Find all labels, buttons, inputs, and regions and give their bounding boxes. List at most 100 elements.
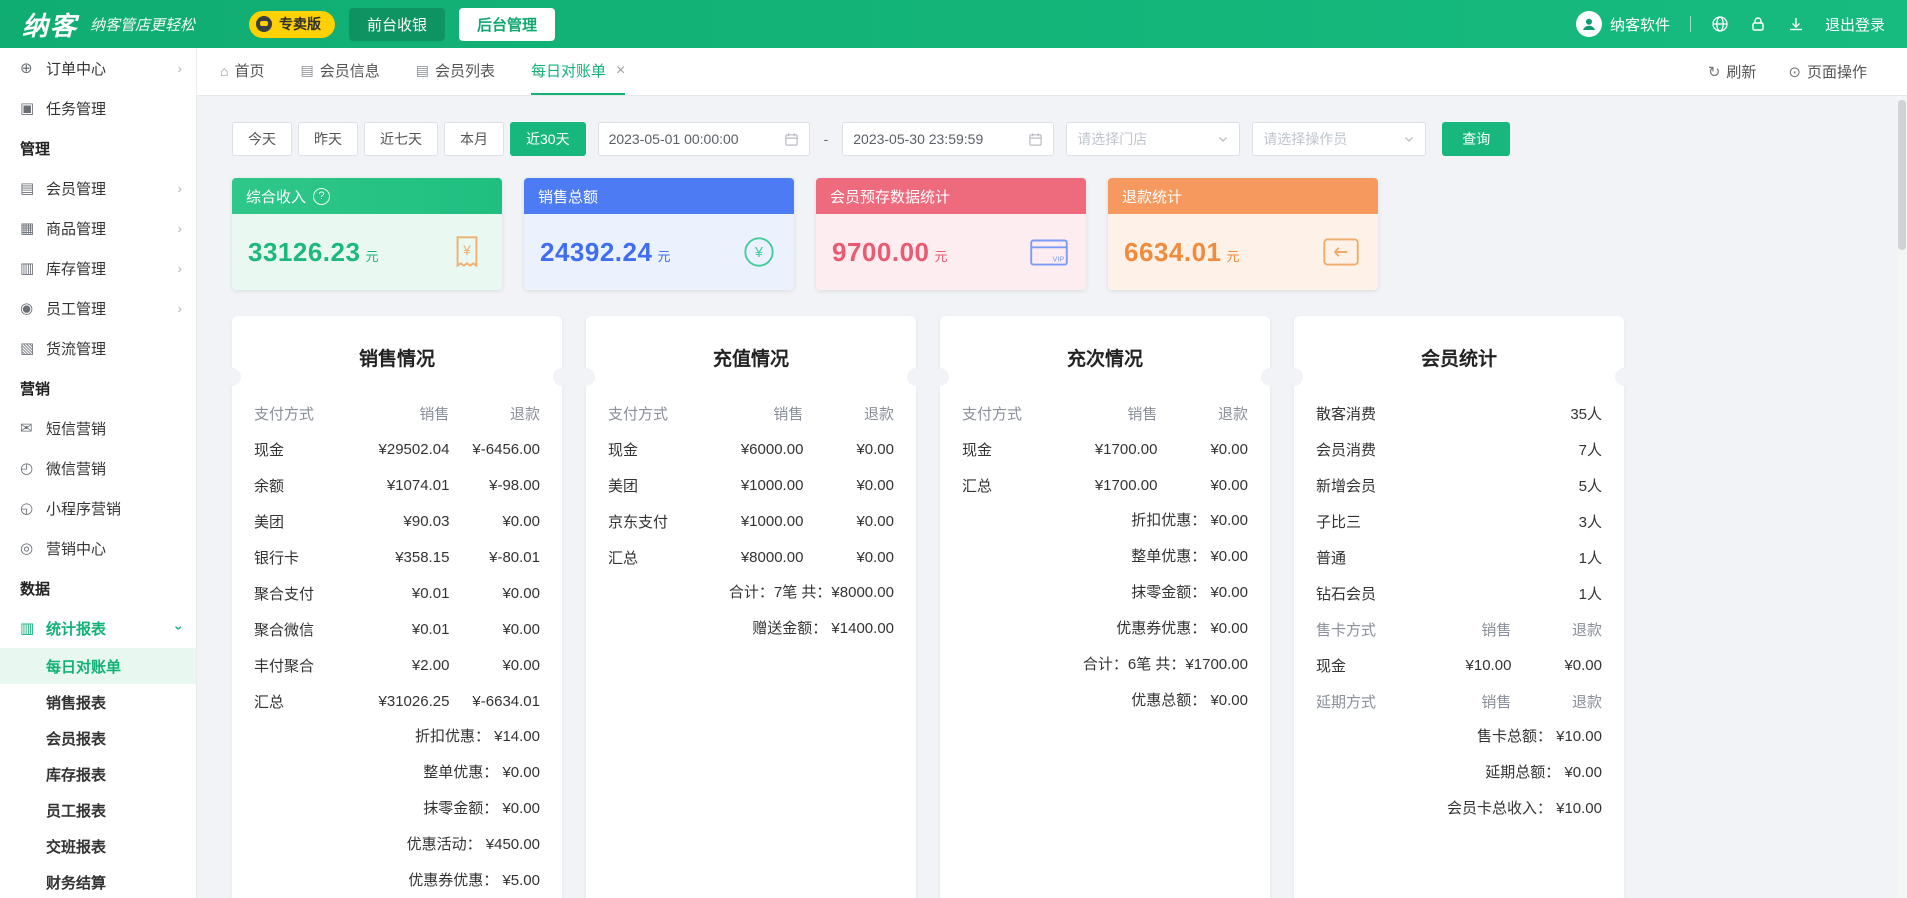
sidebar-item-task[interactable]: ▣ 任务管理 [0,88,196,128]
summary-row: 整单优惠： ¥0.00 [423,764,540,781]
table-header: 支付方式 销售 退款 [254,395,540,431]
sidebar-item-shift-report[interactable]: 交班报表 [0,828,196,864]
sidebar-item-staff-report[interactable]: 员工报表 [0,792,196,828]
start-date-picker[interactable]: 2023-05-01 00:00:00 [597,122,810,156]
sidebar-item-inventory[interactable]: ▥ 库存管理 › [0,248,196,288]
stat-title: 综合收入 [246,188,307,206]
kv-label: 子比三 [1316,513,1362,531]
quick-filter-today[interactable]: 今天 [232,122,292,156]
stat-card-total-income: 综合收入 ? 33126.23 元 ¥ [232,178,502,290]
table-row: 京东支付 ¥1000.00 ¥0.00 [608,503,894,539]
panel-times: 充次情况 支付方式 销售 退款 现金 ¥1700.00 ¥0.00 汇总 ¥1700.… [931,316,1279,898]
sidebar-item-miniapp[interactable]: ◵ 小程序营销 [0,488,196,528]
stat-card-body: 9700.00 元 VIP [816,214,1086,290]
kv-value: 5人 [1578,477,1602,495]
staff-icon: ◉ [20,300,34,317]
kv-value: 1人 [1578,549,1602,567]
sidebar-item-label: 微信营销 [46,460,107,478]
lock-icon[interactable] [1749,15,1767,33]
sidebar-item-daily-statement[interactable]: 每日对账单 [0,648,196,684]
quick-filter-30days[interactable]: 近30天 [510,122,586,156]
cell-pay-method: 汇总 [254,693,285,711]
cell-sales: ¥6000.00 [740,440,804,458]
close-icon[interactable]: × [616,62,625,80]
sidebar-item-report[interactable]: ▥ 统计报表 › [0,608,196,648]
sidebar-item-label: 小程序营销 [46,500,122,518]
end-date-picker[interactable]: 2023-05-30 23:59:59 [842,122,1055,156]
avatar [1575,11,1602,37]
sidebar-item-wechat[interactable]: ◴ 微信营销 [0,448,196,488]
sidebar-item-finance-report[interactable]: 财务结算 [0,864,196,898]
home-icon: ⌂ [220,62,229,79]
kv-row: 会员消费 7人 [1316,431,1602,467]
miniapp-icon: ◵ [20,500,34,517]
edition-badge[interactable]: 专卖版 [249,10,336,38]
cell-sales: ¥0.01 [411,620,450,638]
summary-row: 售卡总额： ¥10.00 [1476,728,1602,745]
sidebar-item-label: 任务管理 [46,100,107,118]
sidebar-item-member[interactable]: ▤ 会员管理 › [0,168,196,208]
sidebar-item-logistics[interactable]: ▧ 货流管理 [0,328,196,368]
sidebar-item-order-center[interactable]: ⊕ 订单中心 › [0,48,196,88]
sidebar-section-manage: 管理 [20,140,51,158]
member-icon: ▤ [20,180,35,197]
top-header: 纳客 纳客管店更轻松 专卖版 前台收银 后台管理 纳客软件 退出登录 [0,0,1907,48]
cell-sales: ¥29502.04 [378,440,450,458]
table-row: 聚合微信 ¥0.01 ¥0.00 [254,611,540,647]
search-button[interactable]: 查询 [1442,122,1511,156]
tab-home[interactable]: ⌂ 首页 [220,49,264,95]
tab-label: 会员列表 [434,63,495,80]
quick-filter-month[interactable]: 本月 [444,122,504,156]
tab-label: 每日对账单 [530,63,606,80]
sidebar-item-member-report[interactable]: 会员报表 [0,720,196,756]
vip-card-icon: VIP [1030,239,1068,266]
globe-icon[interactable] [1711,15,1729,33]
tab-member-info[interactable]: ▤ 会员信息 [300,49,379,95]
logout-button[interactable]: 退出登录 [1825,14,1885,35]
table-header: 支付方式 销售 退款 [962,395,1248,431]
brand-logo: 纳客 [22,10,79,41]
stat-card-header: 会员预存数据统计 [816,178,1086,214]
sidebar-item-sms[interactable]: ✉ 短信营销 [0,408,196,448]
report-panels: 销售情况 支付方式 销售 退款 现金 ¥29502.04 ¥-6456.00 余额 ¥… [223,316,1907,898]
brand-tagline: 纳客管店更轻松 [90,15,196,34]
end-date-value: 2023-05-30 23:59:59 [853,131,984,147]
sidebar-item-label: 订单中心 [46,60,107,78]
table-row: 美团 ¥1000.00 ¥0.00 [608,467,894,503]
cell-pay-method: 美团 [254,513,285,531]
download-icon[interactable] [1787,15,1805,33]
sidebar-item-marketing-center[interactable]: ◎ 营销中心 [0,528,196,568]
cell-sales: ¥0.01 [411,584,450,602]
cell-sales: ¥10.00 [1465,656,1512,674]
page-tabbar: ⌂ 首页 ▤ 会员信息 ▤ 会员列表 每日对账单 × ↻ 刷新 ⊙ 页面操作 [196,48,1907,96]
chevron-down-icon: › [171,625,188,631]
refund-return-icon [1323,238,1359,266]
coin-yen-icon: ¥ [744,237,774,267]
page-ops-button[interactable]: ⊙ 页面操作 [1772,61,1883,82]
logistics-icon: ▧ [20,340,35,357]
stat-unit: 元 [365,248,379,264]
tab-member-list[interactable]: ▤ 会员列表 [416,49,495,95]
sidebar-item-sales-report[interactable]: 销售报表 [0,684,196,720]
chevron-right-icon: › [177,180,182,196]
col-refund: 退款 [863,405,894,423]
sidebar-item-staff[interactable]: ◉ 员工管理 › [0,288,196,328]
quick-filter-7days[interactable]: 近七天 [364,122,438,156]
cell-sales: ¥1000.00 [740,512,804,530]
cell-refund: ¥0.00 [502,512,540,530]
sidebar-item-goods[interactable]: ▦ 商品管理 › [0,208,196,248]
help-icon[interactable]: ? [313,187,331,205]
nav-front-cashier[interactable]: 前台收银 [349,7,446,41]
col-refund: 退款 [509,405,540,423]
quick-filter-yesterday[interactable]: 昨天 [298,122,358,156]
user-account[interactable]: 纳客软件 [1575,11,1670,37]
scrollbar-thumb[interactable] [1898,100,1906,250]
tab-daily-statement[interactable]: 每日对账单 × [530,49,626,95]
sidebar-item-inventory-report[interactable]: 库存报表 [0,756,196,792]
nav-backend-manage[interactable]: 后台管理 [459,7,556,41]
stat-card-header: 综合收入 ? [232,178,502,214]
operator-select[interactable]: 请选择操作员 [1252,122,1427,156]
store-select[interactable]: 请选择门店 [1066,122,1241,156]
refresh-button[interactable]: ↻ 刷新 [1692,61,1773,82]
vertical-scrollbar [1897,96,1907,898]
